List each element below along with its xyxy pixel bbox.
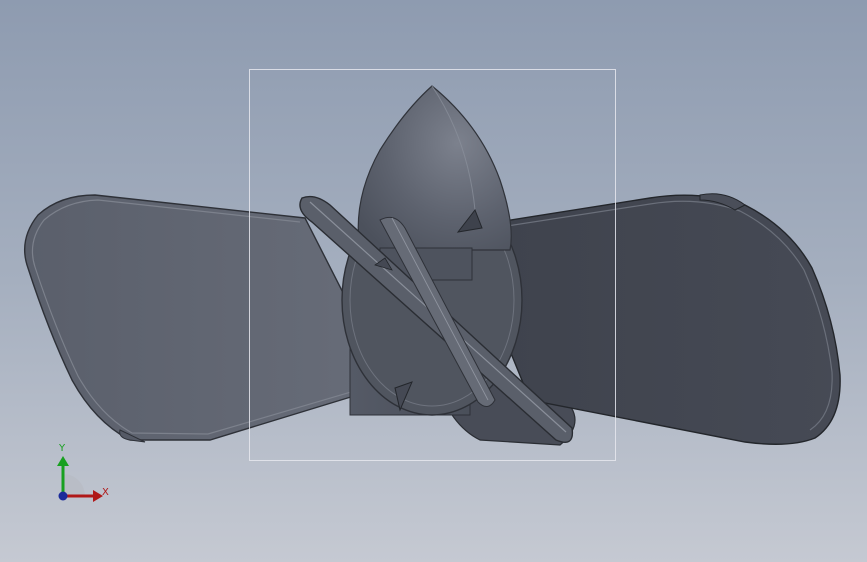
- y-axis-label: Y: [59, 443, 66, 454]
- x-axis-label: X: [102, 487, 109, 498]
- nose-cone[interactable]: [357, 85, 512, 251]
- triad-axes-icon: [57, 456, 103, 502]
- coordinate-triad: Y X: [45, 438, 125, 518]
- graphics-viewport[interactable]: Y X: [0, 0, 867, 562]
- propeller-model[interactable]: [0, 0, 867, 562]
